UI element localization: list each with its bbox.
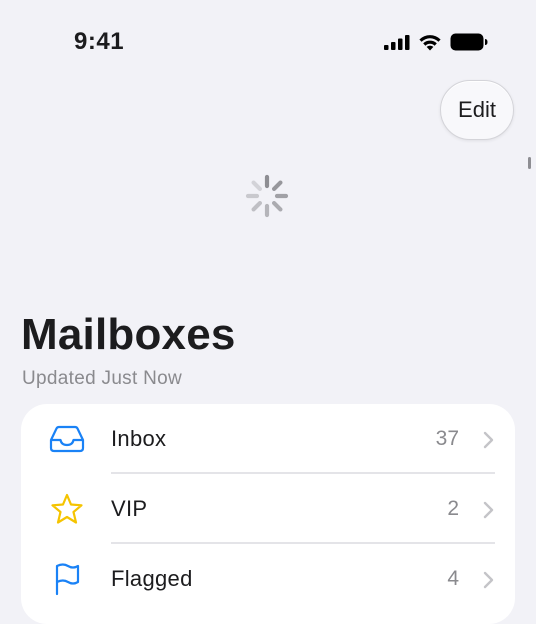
update-status: Updated Just Now (22, 368, 183, 389)
page-title: Mailboxes (21, 310, 236, 359)
unread-count: 2 (447, 497, 459, 520)
unread-count: 4 (447, 567, 459, 590)
inbox-tray-icon (47, 422, 87, 456)
status-bar: 9:41 (0, 0, 536, 80)
chevron-right-icon (483, 501, 495, 519)
mailbox-label: Inbox (111, 426, 167, 451)
battery-icon (450, 33, 488, 56)
chevron-right-icon (483, 571, 495, 589)
mailbox-list: Inbox 37 VIP 2 Flagged 4 (21, 404, 515, 624)
scroll-indicator[interactable] (528, 157, 531, 169)
wifi-icon (418, 33, 442, 56)
mailbox-label: VIP (111, 496, 148, 521)
mailbox-row-flagged[interactable]: Flagged 4 (21, 544, 515, 614)
mailbox-row-vip[interactable]: VIP 2 (21, 474, 515, 544)
unread-count: 37 (435, 427, 459, 450)
status-icons (384, 33, 488, 56)
status-time: 9:41 (74, 28, 125, 55)
loading-spinner-icon (244, 173, 290, 219)
cellular-signal-icon (384, 34, 410, 55)
mailbox-label: Flagged (111, 566, 193, 591)
flag-icon (47, 562, 87, 596)
mailbox-row-inbox[interactable]: Inbox 37 (21, 404, 515, 474)
star-icon (47, 492, 87, 526)
edit-button[interactable]: Edit (440, 80, 514, 140)
chevron-right-icon (483, 431, 495, 449)
